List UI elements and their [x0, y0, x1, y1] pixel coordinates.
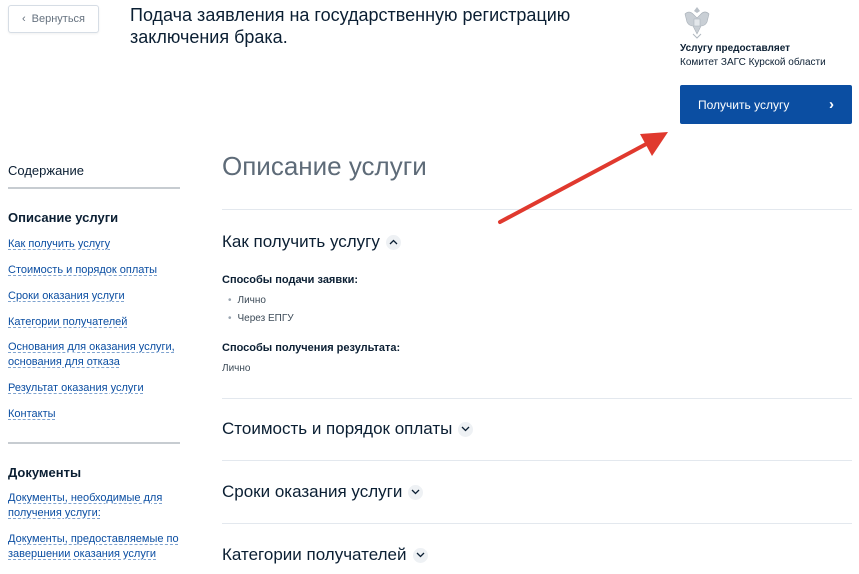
provider-name: Комитет ЗАГС Курской области — [680, 57, 826, 68]
section-divider — [222, 523, 852, 524]
result-method-value: Лично — [222, 363, 251, 374]
section-title: Как получить услугу — [222, 232, 380, 251]
sidebar-divider — [8, 442, 180, 444]
back-button-label: Вернуться — [31, 13, 86, 25]
chevron-left-icon: ‹ — [21, 12, 26, 25]
section-title: Стоимость и порядок оплаты — [222, 419, 453, 438]
section-main-heading: Описание услуги — [222, 151, 427, 181]
sidebar-link-cost[interactable]: Стоимость и порядок оплаты — [8, 263, 157, 278]
chevron-down-icon — [408, 484, 424, 500]
get-service-button-label: Получить услугу — [698, 97, 790, 112]
submission-methods-label: Способы подачи заявки: — [222, 274, 359, 286]
sidebar-link-terms[interactable]: Сроки оказания услуги — [8, 289, 125, 304]
chevron-up-icon — [385, 234, 401, 250]
section-recipients[interactable]: Категории получателей — [222, 545, 428, 565]
annotation-arrow — [498, 132, 668, 224]
get-service-button[interactable]: Получить услугу › — [680, 85, 852, 124]
sidebar-heading-description: Описание услуги — [8, 210, 119, 225]
sidebar-divider — [8, 187, 180, 189]
section-terms[interactable]: Сроки оказания услуги — [222, 482, 424, 502]
sidebar-link-grounds[interactable]: Основания для оказания услуги, основания… — [8, 340, 178, 370]
chevron-right-icon: › — [829, 96, 834, 113]
sidebar-link-recipients[interactable]: Категории получателей — [8, 315, 127, 330]
sidebar-link-result-docs[interactable]: Документы, предоставляемые по завершении… — [8, 532, 180, 562]
section-title: Категории получателей — [222, 545, 407, 564]
sidebar-link-how-to-get[interactable]: Как получить услугу — [8, 237, 110, 252]
section-title: Сроки оказания услуги — [222, 482, 403, 501]
coat-of-arms-icon — [684, 7, 710, 39]
section-divider — [222, 460, 852, 461]
back-button[interactable]: ‹ Вернуться — [8, 5, 99, 33]
chevron-down-icon — [412, 547, 428, 563]
section-how-to-get[interactable]: Как получить услугу — [222, 232, 401, 252]
list-item: Через ЕПГУ — [228, 313, 294, 324]
toc-title: Содержание — [8, 163, 84, 178]
section-divider — [222, 398, 852, 399]
page-title: Подача заявления на государственную реги… — [130, 5, 571, 47]
provider-label: Услугу предоставляет — [680, 43, 791, 54]
section-cost[interactable]: Стоимость и порядок оплаты — [222, 419, 474, 439]
chevron-down-icon — [458, 421, 474, 437]
result-methods-label: Способы получения результата: — [222, 342, 401, 354]
sidebar-link-contacts[interactable]: Контакты — [8, 407, 56, 422]
sidebar-heading-documents: Документы — [8, 465, 82, 480]
sidebar-link-required-docs[interactable]: Документы, необходимые для получения усл… — [8, 491, 168, 521]
sidebar-link-result[interactable]: Результат оказания услуги — [8, 381, 144, 396]
list-item: Лично — [228, 295, 266, 306]
